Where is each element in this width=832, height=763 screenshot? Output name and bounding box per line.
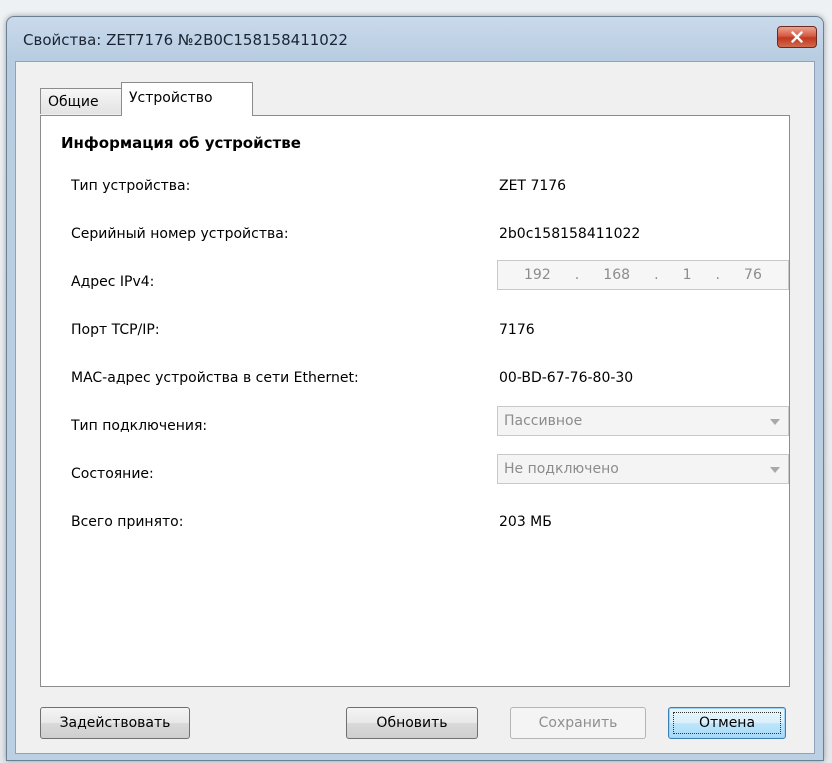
state-selected: Не подключено: [504, 461, 619, 477]
tcp-port-value: 7176: [499, 322, 535, 338]
ipv4-dot: .: [574, 267, 580, 283]
device-type-value: ZET 7176: [499, 178, 567, 194]
activate-button[interactable]: Задействовать: [40, 707, 190, 739]
ipv4-dot: .: [654, 267, 659, 283]
total-received-label: Всего принято:: [71, 514, 184, 530]
chevron-down-icon: [770, 419, 780, 425]
refresh-button[interactable]: Обновить: [346, 707, 478, 739]
device-type-label: Тип устройства:: [71, 178, 191, 194]
tab-general-label: Общие: [48, 94, 99, 110]
state-select[interactable]: Не подключено: [497, 454, 789, 484]
title-bar[interactable]: Свойства: ZET7176 №2B0C158158411022: [7, 17, 823, 61]
cancel-button[interactable]: Отмена: [668, 707, 786, 739]
close-button[interactable]: [777, 26, 817, 48]
tcp-port-label: Порт TCP/IP:: [71, 322, 160, 338]
mac-address-value: 00-BD-67-76-80-30: [499, 370, 634, 386]
device-tab-panel: Информация об устройстве Тип устройства:…: [40, 115, 790, 687]
ipv4-octet-2: 168: [603, 267, 631, 283]
ipv4-octet-3: 1: [682, 267, 692, 283]
tab-device-label: Устройство: [129, 90, 213, 106]
window-title: Свойства: ZET7176 №2B0C158158411022: [23, 31, 348, 49]
save-button[interactable]: Сохранить: [510, 707, 646, 739]
total-received-value: 203 МБ: [499, 514, 552, 530]
connection-type-select[interactable]: Пассивное: [497, 406, 789, 436]
ipv4-address-field[interactable]: 192 . 168 . 1 . 76: [497, 260, 789, 290]
mac-address-label: MAC-адрес устройства в сети Ethernet:: [71, 370, 359, 386]
cancel-button-label: Отмена: [698, 715, 756, 731]
ipv4-octet-4: 76: [744, 267, 762, 283]
dialog-client-area: Общие Устройство Информация об устройств…: [15, 61, 815, 754]
tab-general[interactable]: Общие: [40, 88, 122, 114]
section-title: Информация об устройстве: [61, 134, 301, 152]
chevron-down-icon: [770, 467, 780, 473]
connection-type-label: Тип подключения:: [71, 418, 208, 434]
tab-device[interactable]: Устройство: [121, 82, 253, 116]
ipv4-octet-1: 192: [524, 267, 551, 283]
connection-type-selected: Пассивное: [504, 413, 583, 429]
serial-number-label: Серийный номер устройства:: [71, 226, 289, 242]
state-label: Состояние:: [71, 466, 154, 482]
close-icon: [791, 31, 803, 43]
ipv4-label: Адрес IPv4:: [71, 274, 155, 290]
properties-dialog: Свойства: ZET7176 №2B0C158158411022 Общи…: [6, 16, 824, 761]
serial-number-value: 2b0c158158411022: [499, 226, 641, 242]
ipv4-dot: .: [715, 267, 720, 283]
